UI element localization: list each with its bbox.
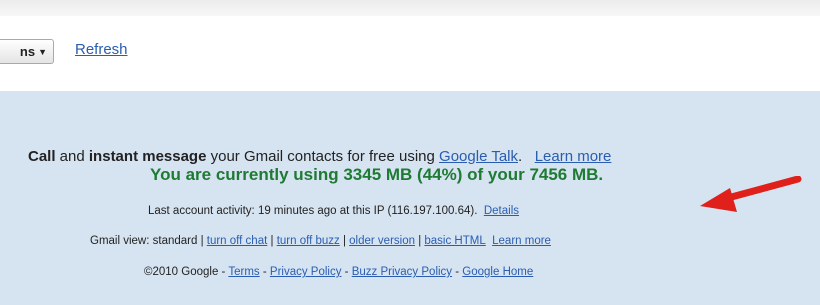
- call-text: Call: [28, 148, 56, 165]
- footer-separator: -: [341, 266, 352, 278]
- footer-separator: -: [452, 266, 463, 278]
- instant-message-text: instant message: [88, 148, 207, 165]
- and-text: and: [55, 148, 89, 165]
- refresh-link[interactable]: Refresh: [75, 41, 128, 58]
- gmail-view-prefix: Gmail view: standard |: [90, 235, 207, 247]
- gmail-view-line: Gmail view: standard | turn off chat | t…: [90, 235, 551, 247]
- account-activity-text: Last account activity: 19 minutes ago at…: [148, 205, 478, 217]
- terms-link[interactable]: Terms: [228, 266, 259, 278]
- toolbar-area: ns ▼ Refresh: [0, 0, 820, 91]
- storage-quota-text: You are currently using 3345 MB (44%) of…: [150, 165, 604, 184]
- chevron-down-icon: ▼: [38, 46, 47, 57]
- view-separator: |: [267, 235, 277, 247]
- copyright-line: ©2010 Google - Terms - Privacy Policy - …: [144, 266, 533, 278]
- talk-period: .: [518, 148, 523, 165]
- toolbar-shade: [0, 0, 820, 16]
- account-activity-line: Last account activity: 19 minutes ago at…: [148, 205, 519, 217]
- red-arrow-icon: [700, 176, 802, 212]
- more-actions-dropdown[interactable]: ns ▼: [0, 39, 54, 64]
- details-link[interactable]: Details: [484, 205, 519, 217]
- talk-description: your Gmail contacts for free using: [206, 148, 440, 165]
- footer-separator: -: [259, 266, 270, 278]
- google-home-link[interactable]: Google Home: [462, 266, 533, 278]
- turn-off-chat-link[interactable]: turn off chat: [207, 235, 268, 247]
- google-talk-link[interactable]: Google Talk: [439, 148, 518, 165]
- google-talk-line: Call and instant message your Gmail cont…: [28, 148, 611, 165]
- view-separator: |: [339, 235, 350, 247]
- more-actions-label: ns: [19, 44, 36, 59]
- privacy-policy-link[interactable]: Privacy Policy: [270, 266, 342, 278]
- buzz-privacy-policy-link[interactable]: Buzz Privacy Policy: [352, 266, 452, 278]
- copyright-text: ©2010 Google -: [144, 266, 229, 278]
- older-version-link[interactable]: older version: [349, 235, 415, 247]
- view-separator: |: [415, 235, 425, 247]
- basic-html-link[interactable]: basic HTML: [424, 235, 485, 247]
- view-learn-more-link[interactable]: Learn more: [492, 235, 551, 247]
- talk-learn-more-link[interactable]: Learn more: [535, 148, 612, 165]
- turn-off-buzz-link[interactable]: turn off buzz: [277, 235, 340, 247]
